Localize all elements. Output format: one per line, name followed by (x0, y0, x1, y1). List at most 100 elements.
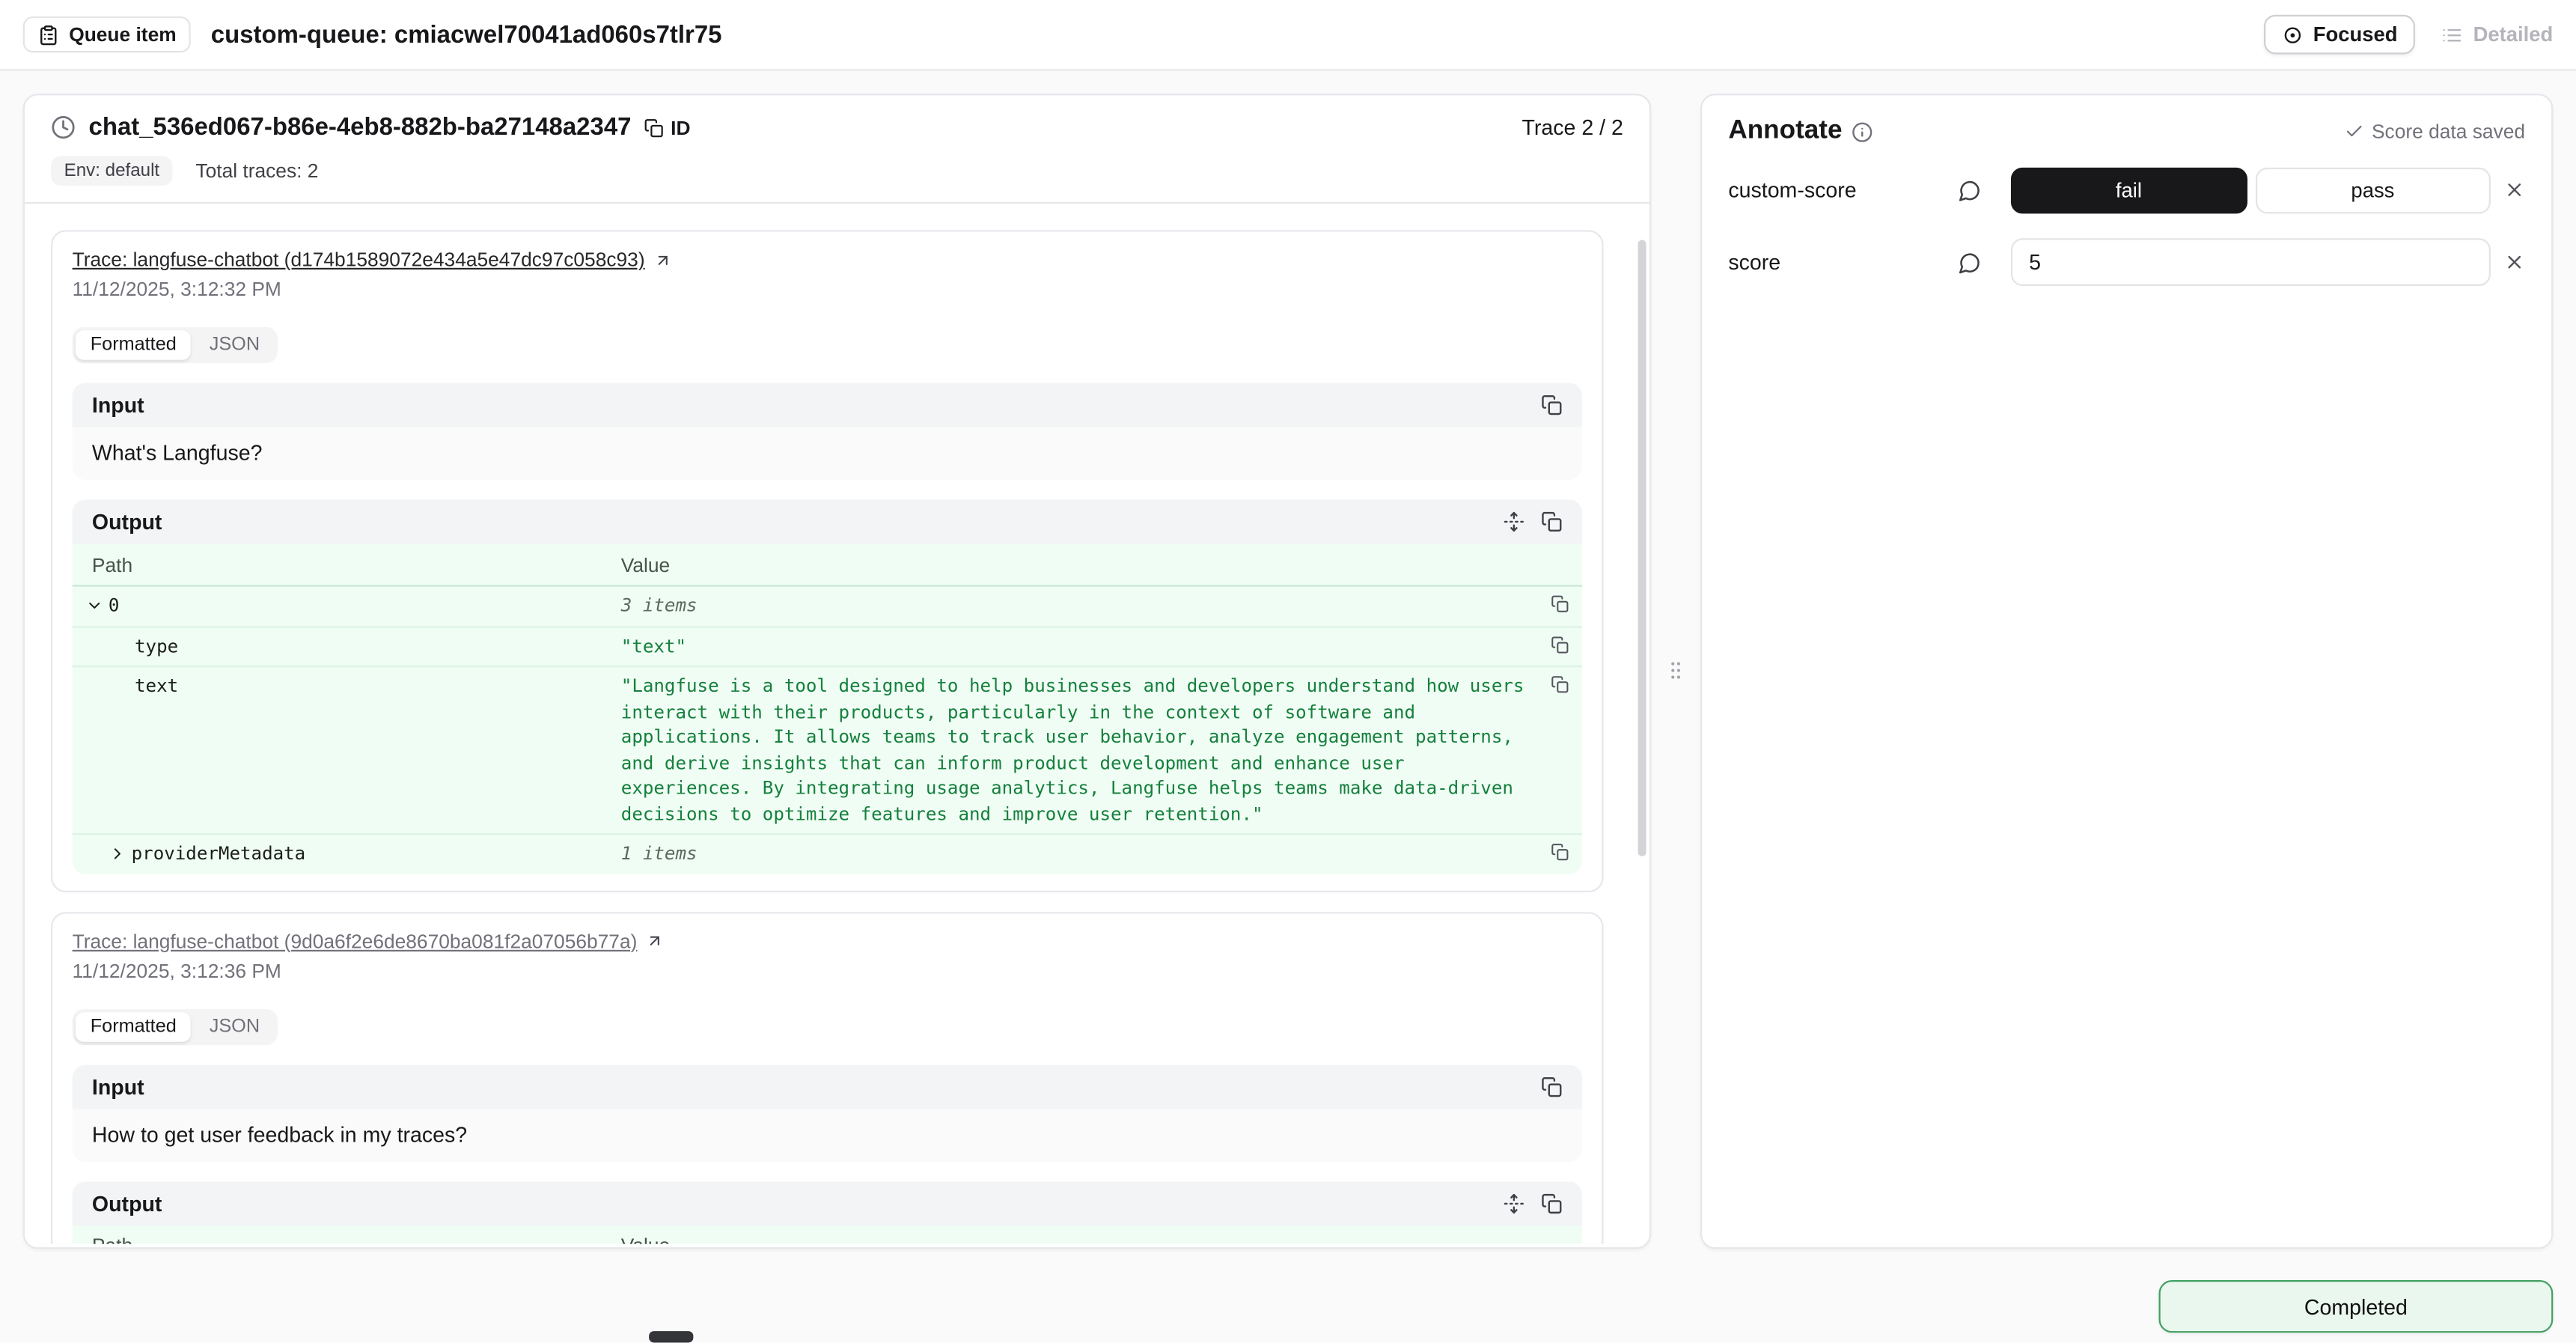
copy-icon (644, 118, 664, 137)
input-label: Input (92, 393, 144, 418)
comment-icon[interactable] (1959, 251, 1982, 274)
score-option-group: fail pass (2011, 167, 2491, 213)
json-key: providerMetadata (132, 841, 306, 867)
score-saved-status: Score data saved (2344, 120, 2525, 143)
json-key: type (135, 633, 178, 659)
comment-icon[interactable] (1959, 178, 1982, 201)
copy-row-button[interactable] (1551, 595, 1569, 613)
json-value: "Langfuse is a tool designed to help bus… (621, 674, 1538, 826)
annotate-header: Annotate Score data saved (1702, 95, 2551, 156)
score-name: score (1728, 250, 1780, 275)
trace-timestamp: 11/12/2025, 3:12:32 PM (73, 278, 1582, 301)
remove-score-icon[interactable] (2503, 252, 2525, 273)
annotate-panel: Annotate Score data saved custom-score f… (1700, 94, 2553, 1249)
chevron-right-icon[interactable] (109, 845, 126, 863)
session-title: chat_536ed067-b86e-4eb8-882b-ba27148a234… (89, 113, 632, 141)
env-badge: Env: default (51, 156, 173, 186)
json-row-type: type "text" (73, 627, 1582, 667)
focused-view-label: Focused (2313, 23, 2398, 46)
completed-button[interactable]: Completed (2158, 1280, 2553, 1333)
score-value-input[interactable] (2011, 238, 2491, 286)
input-block: Input How to get user feedback in my tra… (73, 1064, 1582, 1161)
horizontal-scrollbar-thumb[interactable] (649, 1331, 693, 1342)
queue-item-panel: chat_536ed067-b86e-4eb8-882b-ba27148a234… (23, 94, 1651, 1249)
trace-card-1: Trace: langfuse-chatbot (d174b1589072e43… (51, 230, 1603, 892)
format-tabs: Formatted JSON (73, 327, 278, 363)
copy-input-button[interactable] (1541, 1076, 1563, 1097)
queue-item-badge-label: Queue item (69, 23, 176, 46)
remove-score-icon[interactable] (2503, 179, 2525, 201)
vertical-scrollbar-thumb[interactable] (1638, 240, 1646, 856)
info-icon[interactable] (1852, 121, 1874, 142)
total-traces-label: Total traces: 2 (195, 159, 318, 183)
score-option-pass[interactable]: pass (2255, 167, 2491, 213)
queue-icon (37, 24, 59, 46)
value-column-header: Value (621, 1234, 670, 1244)
copy-output-button[interactable] (1541, 511, 1563, 533)
traces-scroll-area: Trace: langfuse-chatbot (d174b1589072e43… (25, 204, 1649, 1244)
trace-card-2: Trace: langfuse-chatbot (9d0a6f2e6de8670… (51, 911, 1603, 1244)
item-header: chat_536ed067-b86e-4eb8-882b-ba27148a234… (25, 95, 1649, 202)
copy-row-button[interactable] (1551, 635, 1569, 653)
trace-counter: Trace 2 / 2 (1522, 115, 1623, 140)
panel-resize-handle[interactable] (1663, 654, 1689, 687)
grip-vertical-icon (1664, 659, 1688, 682)
top-bar: Queue item custom-queue: cmiacwel70041ad… (0, 0, 2576, 70)
check-icon (2344, 121, 2363, 141)
copy-input-button[interactable] (1541, 395, 1563, 416)
page-title: custom-queue: cmiacwel70041ad060s7tlr75 (211, 20, 722, 48)
input-text: What's Langfuse? (73, 427, 1582, 480)
detailed-view-button[interactable]: Detailed (2442, 23, 2553, 46)
score-row-score: score (1702, 238, 2551, 286)
output-json-table: Path Value 0 3 items (73, 544, 1582, 874)
external-link-icon (653, 251, 671, 269)
copy-output-button[interactable] (1541, 1193, 1563, 1214)
annotate-title: Annotate (1728, 117, 1842, 147)
queue-item-badge: Queue item (23, 16, 192, 52)
json-value: 1 items (621, 841, 1538, 867)
view-toggle: Focused Detailed (2264, 15, 2553, 55)
json-value: "text" (621, 633, 1538, 659)
input-label: Input (92, 1074, 144, 1099)
input-block: Input What's Langfuse? (73, 383, 1582, 480)
trace-link[interactable]: Trace: langfuse-chatbot (d174b1589072e43… (73, 248, 645, 271)
score-name: custom-score (1728, 177, 1856, 202)
output-label: Output (92, 1190, 162, 1215)
copy-id-button[interactable]: ID (644, 116, 690, 139)
path-column-header: Path (85, 1234, 621, 1244)
format-tabs: Formatted JSON (73, 1008, 278, 1044)
focused-view-button[interactable]: Focused (2264, 15, 2416, 55)
score-option-fail[interactable]: fail (2011, 167, 2247, 213)
trace-timestamp: 11/12/2025, 3:12:36 PM (73, 959, 1582, 982)
json-value: 3 items (621, 593, 1538, 618)
copy-row-button[interactable] (1551, 843, 1569, 861)
output-json-table: Path Value 0 3 items (73, 1225, 1582, 1244)
path-column-header: Path (85, 553, 621, 576)
input-text: How to get user feedback in my traces? (73, 1109, 1582, 1161)
output-block: Output Path Value (73, 1181, 1582, 1244)
value-column-header: Value (621, 553, 670, 576)
tab-json[interactable]: JSON (195, 330, 275, 360)
json-key: 0 (109, 593, 120, 618)
tab-json[interactable]: JSON (195, 1011, 275, 1041)
score-saved-label: Score data saved (2372, 120, 2525, 143)
chevron-down-icon[interactable] (85, 597, 103, 615)
detailed-view-label: Detailed (2473, 23, 2554, 46)
app-root: Queue item custom-queue: cmiacwel70041ad… (0, 0, 2576, 1342)
trace-link[interactable]: Trace: langfuse-chatbot (9d0a6f2e6de8670… (73, 929, 638, 952)
json-row-providerMetadata: providerMetadata 1 items (73, 835, 1582, 874)
json-key: text (135, 674, 178, 699)
tab-formatted[interactable]: Formatted (76, 1011, 192, 1041)
output-label: Output (92, 510, 162, 535)
crosshair-icon (2282, 24, 2304, 46)
expand-all-button[interactable] (1504, 511, 1525, 533)
tab-formatted[interactable]: Formatted (76, 330, 192, 360)
json-row-text: text "Langfuse is a tool designed to hel… (73, 667, 1582, 835)
id-label: ID (671, 116, 690, 139)
external-link-icon (645, 932, 663, 950)
output-block: Output Path Value (73, 499, 1582, 873)
copy-row-button[interactable] (1551, 675, 1569, 693)
expand-all-button[interactable] (1504, 1193, 1525, 1214)
json-row-root: 0 3 items (73, 587, 1582, 627)
clock-icon (51, 115, 76, 140)
